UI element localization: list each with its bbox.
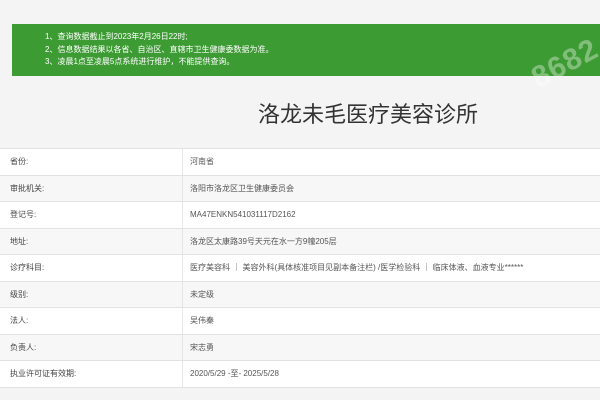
notice-banner: 1、查询数据截止到2023年2月26日22时; 2、信息数据结果以各省、自治区、… — [12, 24, 600, 95]
row-label: 法人: — [10, 316, 29, 325]
row-value: 河南省 — [190, 157, 214, 166]
row-value: 医疗美容科 ｜ 美容外科(具体核准项目见副本备注栏) /医学检验科 ｜ 临床体液… — [190, 263, 524, 272]
table-row-registration-number: 登记号: MA47ENKN541031117D2162 — [0, 202, 600, 229]
row-label: 省份: — [10, 157, 29, 166]
column-divider — [182, 149, 183, 175]
row-value: MA47ENKN541031117D2162 — [190, 210, 296, 219]
notice-line: 2、信息数据结果以各省、自治区、直辖市卫生健康委数据为准。 — [45, 44, 274, 54]
column-divider — [182, 334, 183, 360]
column-divider — [182, 308, 183, 334]
page-title: 洛龙未毛医疗美容诊所 — [258, 102, 479, 127]
row-value: 吴伟秦 — [190, 316, 214, 325]
table-row-license-validity: 执业许可证有效期: 2020/5/29 -至- 2025/5/28 — [0, 361, 600, 388]
table-row-approval-authority: 审批机关: 洛阳市洛龙区卫生健康委员会 — [0, 175, 600, 202]
notice-line: 1、查询数据截止到2023年2月26日22时; — [45, 32, 188, 41]
row-label: 诊疗科目: — [10, 263, 45, 272]
table-row-level: 级别: 未定级 — [0, 281, 600, 308]
table-row-person-in-charge: 负责人: 宋志勇 — [0, 334, 600, 361]
table-row-province: 省份: 河南省 — [0, 149, 600, 176]
row-value: 洛阳市洛龙区卫生健康委员会 — [190, 183, 294, 193]
table-row-departments: 诊疗科目: 医疗美容科 ｜ 美容外科(具体核准项目见副本备注栏) /医学检验科 … — [0, 255, 600, 282]
row-label: 负责人: — [10, 342, 37, 352]
column-divider — [182, 175, 183, 201]
row-value: 宋志勇 — [190, 342, 214, 352]
row-label: 级别: — [10, 289, 29, 299]
table-row-address: 地址: 洛龙区太康路39号天元在水一方9幢205层 — [0, 228, 600, 255]
row-label: 登记号: — [10, 210, 37, 219]
info-table: 省份: 河南省 审批机关: 洛阳市洛龙区卫生健康委员会 登记号: MA47ENK… — [0, 148, 600, 388]
column-divider — [182, 281, 183, 307]
row-value: 2020/5/29 -至- 2025/5/28 — [190, 369, 279, 378]
column-divider — [182, 202, 183, 228]
row-label: 审批机关: — [10, 183, 45, 193]
row-label: 执业许可证有效期: — [10, 369, 77, 378]
column-divider — [182, 361, 183, 387]
row-label: 地址: — [10, 236, 29, 246]
notice-line: 3、凌晨1点至凌晨5点系统进行维护，不能提供查询。 — [45, 57, 235, 66]
row-value: 未定级 — [190, 289, 214, 299]
column-divider — [182, 255, 183, 281]
row-value: 洛龙区太康路39号天元在水一方9幢205层 — [190, 236, 337, 246]
page: 1、查询数据截止到2023年2月26日22时; 2、信息数据结果以各省、自治区、… — [0, 0, 600, 400]
table-row-legal-person: 法人: 吴伟秦 — [0, 308, 600, 335]
column-divider — [182, 228, 183, 254]
